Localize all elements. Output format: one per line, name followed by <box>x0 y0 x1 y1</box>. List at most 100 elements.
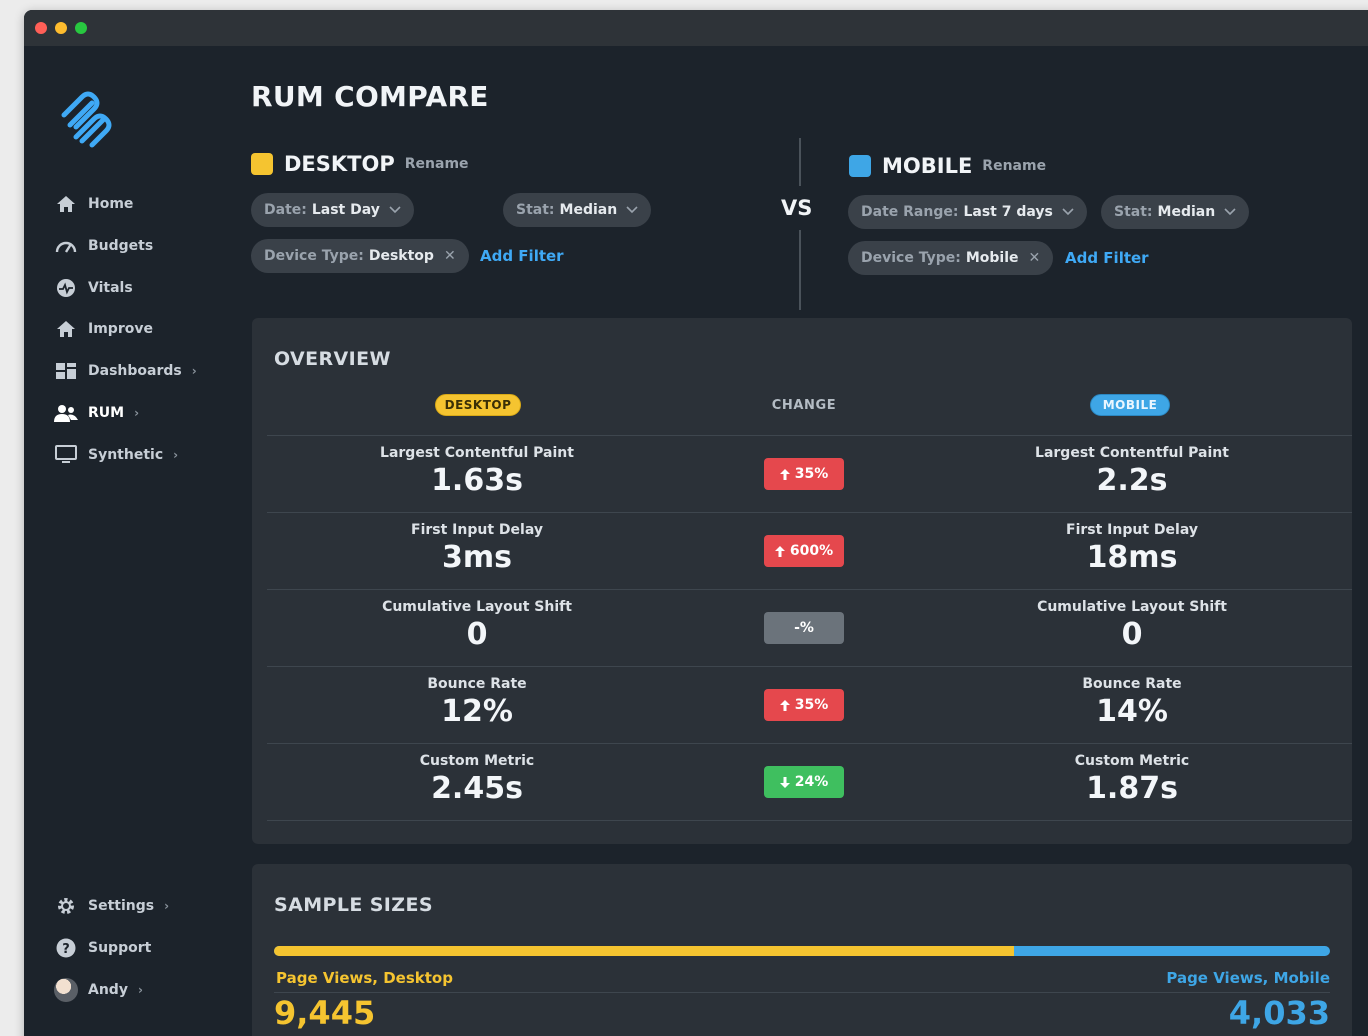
filter-value: Mobile <box>965 250 1019 266</box>
home-icon <box>54 192 78 216</box>
filter-key: Stat: <box>516 202 555 218</box>
chevron-right-icon: › <box>164 899 170 913</box>
sidebar-item-label: Vitals <box>88 279 133 296</box>
sidebar-item-home[interactable]: Home <box>54 192 133 216</box>
sidebar-item-vitals[interactable]: Vitals <box>54 276 133 300</box>
sidebar-item-label: Synthetic <box>88 446 164 463</box>
sidebar-item-support[interactable]: ? Support <box>54 936 151 960</box>
metric-row: Cumulative Layout Shift 0 -% Cumulative Lay… <box>267 589 1352 666</box>
sidebar-item-improve[interactable]: Improve <box>54 317 153 341</box>
metric-label: Bounce Rate <box>1082 676 1182 692</box>
device-type-filter-chip[interactable]: Device Type: Desktop ✕ <box>251 239 469 273</box>
close-window-button[interactable] <box>35 22 47 34</box>
sidebar-item-label: Settings <box>88 898 155 914</box>
add-filter-mobile-link[interactable]: Add Filter <box>1065 249 1149 267</box>
sidebar-item-dashboards[interactable]: Dashboards › <box>54 359 197 383</box>
desktop-metric: First Input Delay 3ms <box>267 522 687 575</box>
close-icon[interactable]: ✕ <box>1029 250 1041 266</box>
chevron-right-icon: › <box>191 364 197 379</box>
title-bar <box>24 10 1368 46</box>
arrow-up-icon <box>774 545 790 557</box>
sidebar-item-settings[interactable]: Settings › <box>54 894 169 918</box>
change-badge: 24% <box>764 766 844 798</box>
filter-key: Device Type: <box>264 248 364 264</box>
home-icon <box>54 317 78 341</box>
metric-value: 0 <box>1121 617 1143 652</box>
date-range-filter-dropdown[interactable]: Date Range: Last 7 days <box>848 195 1087 229</box>
filter-value: Last Day <box>311 202 380 218</box>
segment-header-desktop: DESKTOP Rename <box>251 152 469 176</box>
pulse-icon <box>54 276 78 300</box>
segment-header-mobile: MOBILE Rename <box>849 154 1046 178</box>
rename-mobile-link[interactable]: Rename <box>982 158 1046 174</box>
mobile-page-views-label: Page Views, Mobile <box>1166 969 1330 987</box>
filter-value: Desktop <box>368 248 434 264</box>
metric-row: Largest Contentful Paint 1.63s 35% Largest … <box>267 435 1352 512</box>
speedometer-icon <box>54 234 78 258</box>
stat-filter-dropdown[interactable]: Stat: Median <box>503 193 652 227</box>
logo-icon[interactable] <box>54 85 118 149</box>
maximize-window-button[interactable] <box>75 22 87 34</box>
metric-value: 14% <box>1096 694 1168 729</box>
mobile-metric: Bounce Rate 14% <box>922 676 1342 729</box>
metric-value: 18ms <box>1086 540 1178 575</box>
sidebar-item-label: Improve <box>88 321 153 338</box>
metric-label: Custom Metric <box>419 753 535 769</box>
vs-label: VS <box>781 196 813 220</box>
close-icon[interactable]: ✕ <box>444 248 456 264</box>
change-value: -% <box>794 620 814 636</box>
change-column-header: CHANGE <box>771 398 837 413</box>
chevron-right-icon: › <box>134 406 140 420</box>
arrow-up-icon <box>779 699 795 711</box>
minimize-window-button[interactable] <box>55 22 67 34</box>
page-title: RUM COMPARE <box>251 80 489 113</box>
sidebar-item-synthetic[interactable]: Synthetic › <box>54 443 178 467</box>
desktop-page-views-label: Page Views, Desktop <box>276 969 453 987</box>
mobile-metric: Custom Metric 1.87s <box>922 753 1342 806</box>
desktop-metric: Largest Contentful Paint 1.63s <box>267 445 687 498</box>
metric-label: Cumulative Layout Shift <box>382 599 572 615</box>
filter-value: Median <box>559 202 618 218</box>
stat-filter-dropdown-mobile[interactable]: Stat: Median <box>1101 195 1250 229</box>
desktop-badge: DESKTOP <box>435 394 521 416</box>
change-badge: -% <box>764 612 844 644</box>
change-value: 35% <box>794 466 829 482</box>
date-filter-dropdown[interactable]: Date: Last Day <box>251 193 414 227</box>
sidebar-item-label: Home <box>88 196 134 212</box>
chevron-down-icon <box>389 206 401 214</box>
desktop-share-fill <box>274 946 1015 956</box>
mobile-metric: First Input Delay 18ms <box>922 522 1342 575</box>
filter-value: Last 7 days <box>963 204 1053 220</box>
filter-value: Median <box>1157 204 1216 220</box>
rename-desktop-link[interactable]: Rename <box>405 156 469 172</box>
chevron-down-icon <box>1062 208 1074 216</box>
metric-label: Cumulative Layout Shift <box>1037 599 1227 615</box>
avatar <box>54 977 78 1002</box>
device-type-filter-chip-mobile[interactable]: Device Type: Mobile ✕ <box>848 241 1054 275</box>
mobile-badge: MOBILE <box>1090 394 1170 416</box>
sidebar-item-label: Budgets <box>88 237 154 254</box>
metric-value: 1.63s <box>431 463 523 498</box>
change-value: 24% <box>794 774 829 790</box>
metric-row: Bounce Rate 12% 35% Bounce Rate 14% <box>267 666 1352 743</box>
change-value: 35% <box>794 697 829 713</box>
chevron-down-icon <box>626 206 638 214</box>
sidebar-item-rum[interactable]: RUM › <box>54 401 139 425</box>
metric-row: First Input Delay 3ms 600% First Input Dela… <box>267 512 1352 589</box>
metric-label: First Input Delay <box>1066 522 1198 538</box>
sidebar-item-budgets[interactable]: Budgets <box>54 234 153 258</box>
sidebar-item-label: Support <box>88 939 152 956</box>
divider <box>267 820 1352 821</box>
metric-label: Largest Contentful Paint <box>1035 445 1229 461</box>
mobile-color-swatch <box>849 155 871 177</box>
arrow-up-icon <box>779 468 795 480</box>
metric-value: 2.45s <box>431 771 523 806</box>
overview-card: OVERVIEW DESKTOP CHANGE MOBILE Largest C… <box>252 318 1352 844</box>
chevron-right-icon: › <box>137 982 143 997</box>
segment-name-desktop: DESKTOP <box>284 152 395 176</box>
add-filter-desktop-link[interactable]: Add Filter <box>480 247 564 265</box>
metric-row: Custom Metric 2.45s 24% Custom Metric 1.87s <box>267 743 1352 820</box>
desktop-metric: Bounce Rate 12% <box>267 676 687 729</box>
divider <box>274 992 1330 993</box>
sidebar-item-andy[interactable]: Andy › <box>54 977 143 1002</box>
